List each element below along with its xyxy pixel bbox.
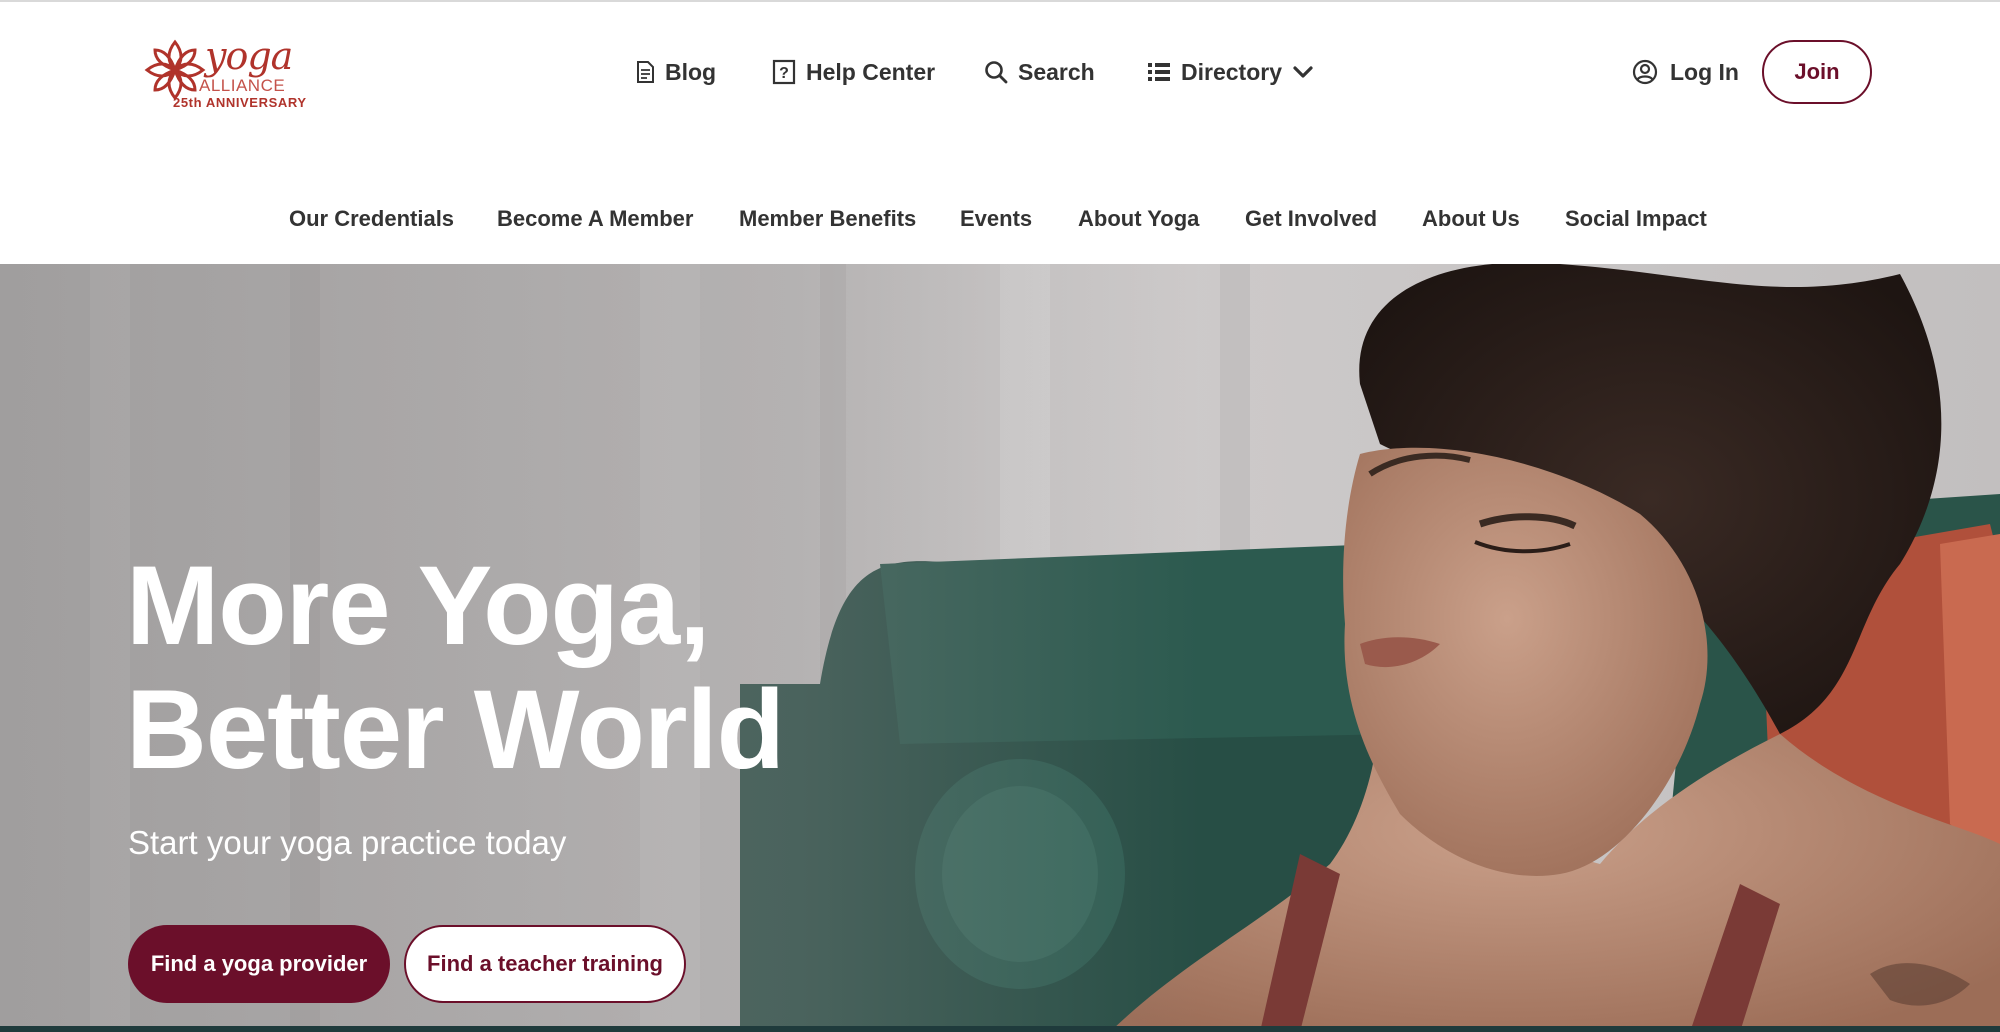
nav-member-benefits[interactable]: Member Benefits [739,206,916,232]
blog-label: Blog [665,58,717,85]
logo-anniversary: 25th ANNIVERSARY [173,95,307,110]
question-box-icon: ? [772,59,796,85]
hero-title-line2: Better World [126,667,785,792]
login-label: Log In [1670,58,1739,85]
find-teacher-training-button[interactable]: Find a teacher training [404,925,686,1003]
nav-get-involved[interactable]: Get Involved [1245,206,1377,232]
nav-events[interactable]: Events [960,206,1032,232]
nav-our-credentials[interactable]: Our Credentials [289,206,454,232]
nav-become-a-member[interactable]: Become A Member [497,206,693,232]
chevron-down-icon [1293,66,1313,78]
login-link[interactable]: Log In [1632,54,1739,90]
join-button[interactable]: Join [1762,40,1872,104]
help-center-link[interactable]: ? Help Center [772,54,935,90]
hero-subtitle: Start your yoga practice today [128,824,567,861]
list-icon [1148,63,1170,81]
main-nav: Our Credentials Become A Member Member B… [0,206,2000,242]
blog-link[interactable]: Blog [635,54,716,90]
directory-label: Directory [1181,58,1282,85]
user-circle-icon [1632,59,1658,85]
search-icon [985,61,1008,84]
svg-text:?: ? [779,65,789,82]
directory-dropdown[interactable]: Directory [1147,54,1314,90]
nav-social-impact[interactable]: Social Impact [1565,206,1707,232]
search-label: Search [1018,58,1095,85]
document-icon [637,61,654,83]
hero-title-line1: More Yoga, [126,543,710,668]
hero-section: More Yoga, Better World Start your yoga … [0,264,2000,1032]
search-link[interactable]: Search [984,54,1095,90]
find-yoga-provider-button[interactable]: Find a yoga provider [128,925,390,1003]
nav-about-yoga[interactable]: About Yoga [1078,206,1199,232]
site-header: yoga ALLIANCE 25th ANNIVERSARY Blog ? He… [0,0,2000,264]
hero-title: More Yoga, Better World [126,543,785,792]
help-center-label: Help Center [806,58,936,85]
bottom-strip [0,1026,2000,1032]
nav-about-us[interactable]: About Us [1422,206,1520,232]
